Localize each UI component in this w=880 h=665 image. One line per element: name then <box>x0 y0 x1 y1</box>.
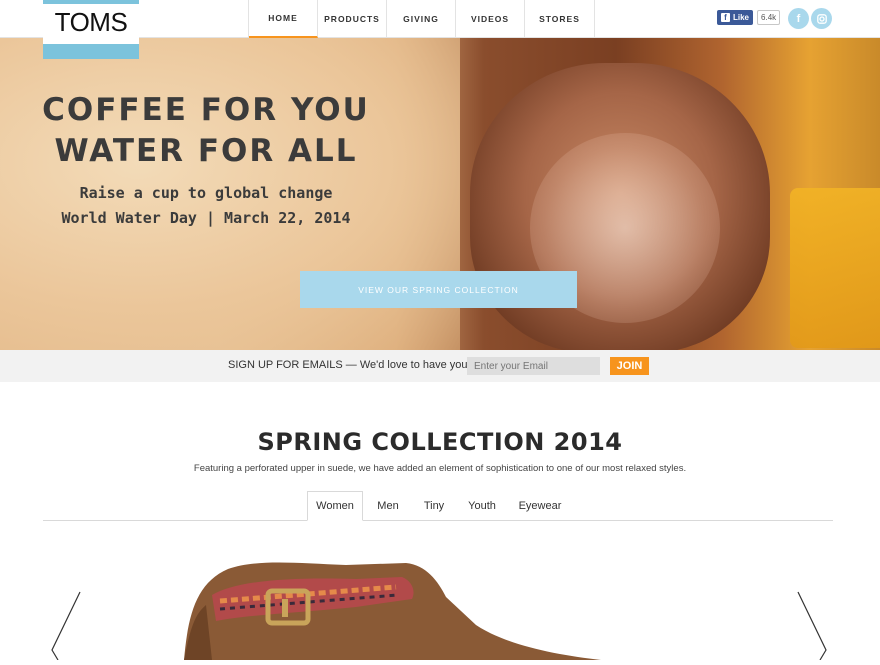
collection-description: Featuring a perforated upper in suede, w… <box>193 463 687 474</box>
hero-subtitle-line1: Raise a cup to global change <box>79 184 333 202</box>
tab-women[interactable]: Women <box>307 491 363 521</box>
facebook-small-icon: f <box>721 13 730 22</box>
nav-giving[interactable]: GIVING <box>387 0 456 38</box>
email-input[interactable] <box>467 357 600 375</box>
main-nav: HOME PRODUCTS GIVING VIDEOS STORES <box>248 0 595 38</box>
signup-message: — We'd love to have you! <box>342 359 471 371</box>
instagram-icon[interactable] <box>811 8 832 29</box>
hero-title-line2: WATER FOR ALL <box>54 133 358 169</box>
nav-home[interactable]: HOME <box>249 0 318 38</box>
fb-like-button[interactable]: f Like <box>717 10 754 25</box>
logo-text: TOMS <box>43 0 139 44</box>
hero-title: COFFEE FOR YOU WATER FOR ALL <box>0 90 412 172</box>
nav-videos[interactable]: VIDEOS <box>456 0 525 38</box>
tab-tiny[interactable]: Tiny <box>418 491 450 521</box>
fb-like-label: Like <box>733 13 750 22</box>
signup-text: SIGN UP FOR EMAILS — We'd love to have y… <box>228 359 471 371</box>
facebook-icon[interactable]: f <box>788 8 809 29</box>
join-button[interactable]: JOIN <box>610 357 649 375</box>
email-signup-bar: SIGN UP FOR EMAILS — We'd love to have y… <box>0 350 880 382</box>
collection-title: SPRING COLLECTION 2014 <box>257 428 623 456</box>
hero-banner: COFFEE FOR YOU WATER FOR ALL Raise a cup… <box>0 38 880 350</box>
signup-lead: SIGN UP FOR EMAILS <box>228 359 343 371</box>
hero-subtitle-line2: World Water Day | March 22, 2014 <box>61 209 351 227</box>
hero-subtitle: Raise a cup to global change World Water… <box>0 181 412 231</box>
hero-image-jerrycan <box>790 188 880 348</box>
tab-men[interactable]: Men <box>370 491 406 521</box>
fb-like-count: 6.4k <box>757 10 781 25</box>
toms-logo[interactable]: TOMS <box>43 0 139 59</box>
product-image-sandal[interactable] <box>176 555 606 660</box>
carousel-next-icon[interactable] <box>794 590 830 665</box>
nav-products[interactable]: PRODUCTS <box>318 0 387 38</box>
hero-title-line1: COFFEE FOR YOU <box>42 92 370 128</box>
fb-like-widget[interactable]: f Like 6.4k <box>717 10 781 25</box>
view-spring-collection-button[interactable]: VIEW OUR SPRING COLLECTION <box>300 271 577 308</box>
tab-eyewear[interactable]: Eyewear <box>514 491 566 521</box>
carousel-prev-icon[interactable] <box>48 590 84 665</box>
tab-youth[interactable]: Youth <box>462 491 502 521</box>
nav-stores[interactable]: STORES <box>525 0 595 38</box>
